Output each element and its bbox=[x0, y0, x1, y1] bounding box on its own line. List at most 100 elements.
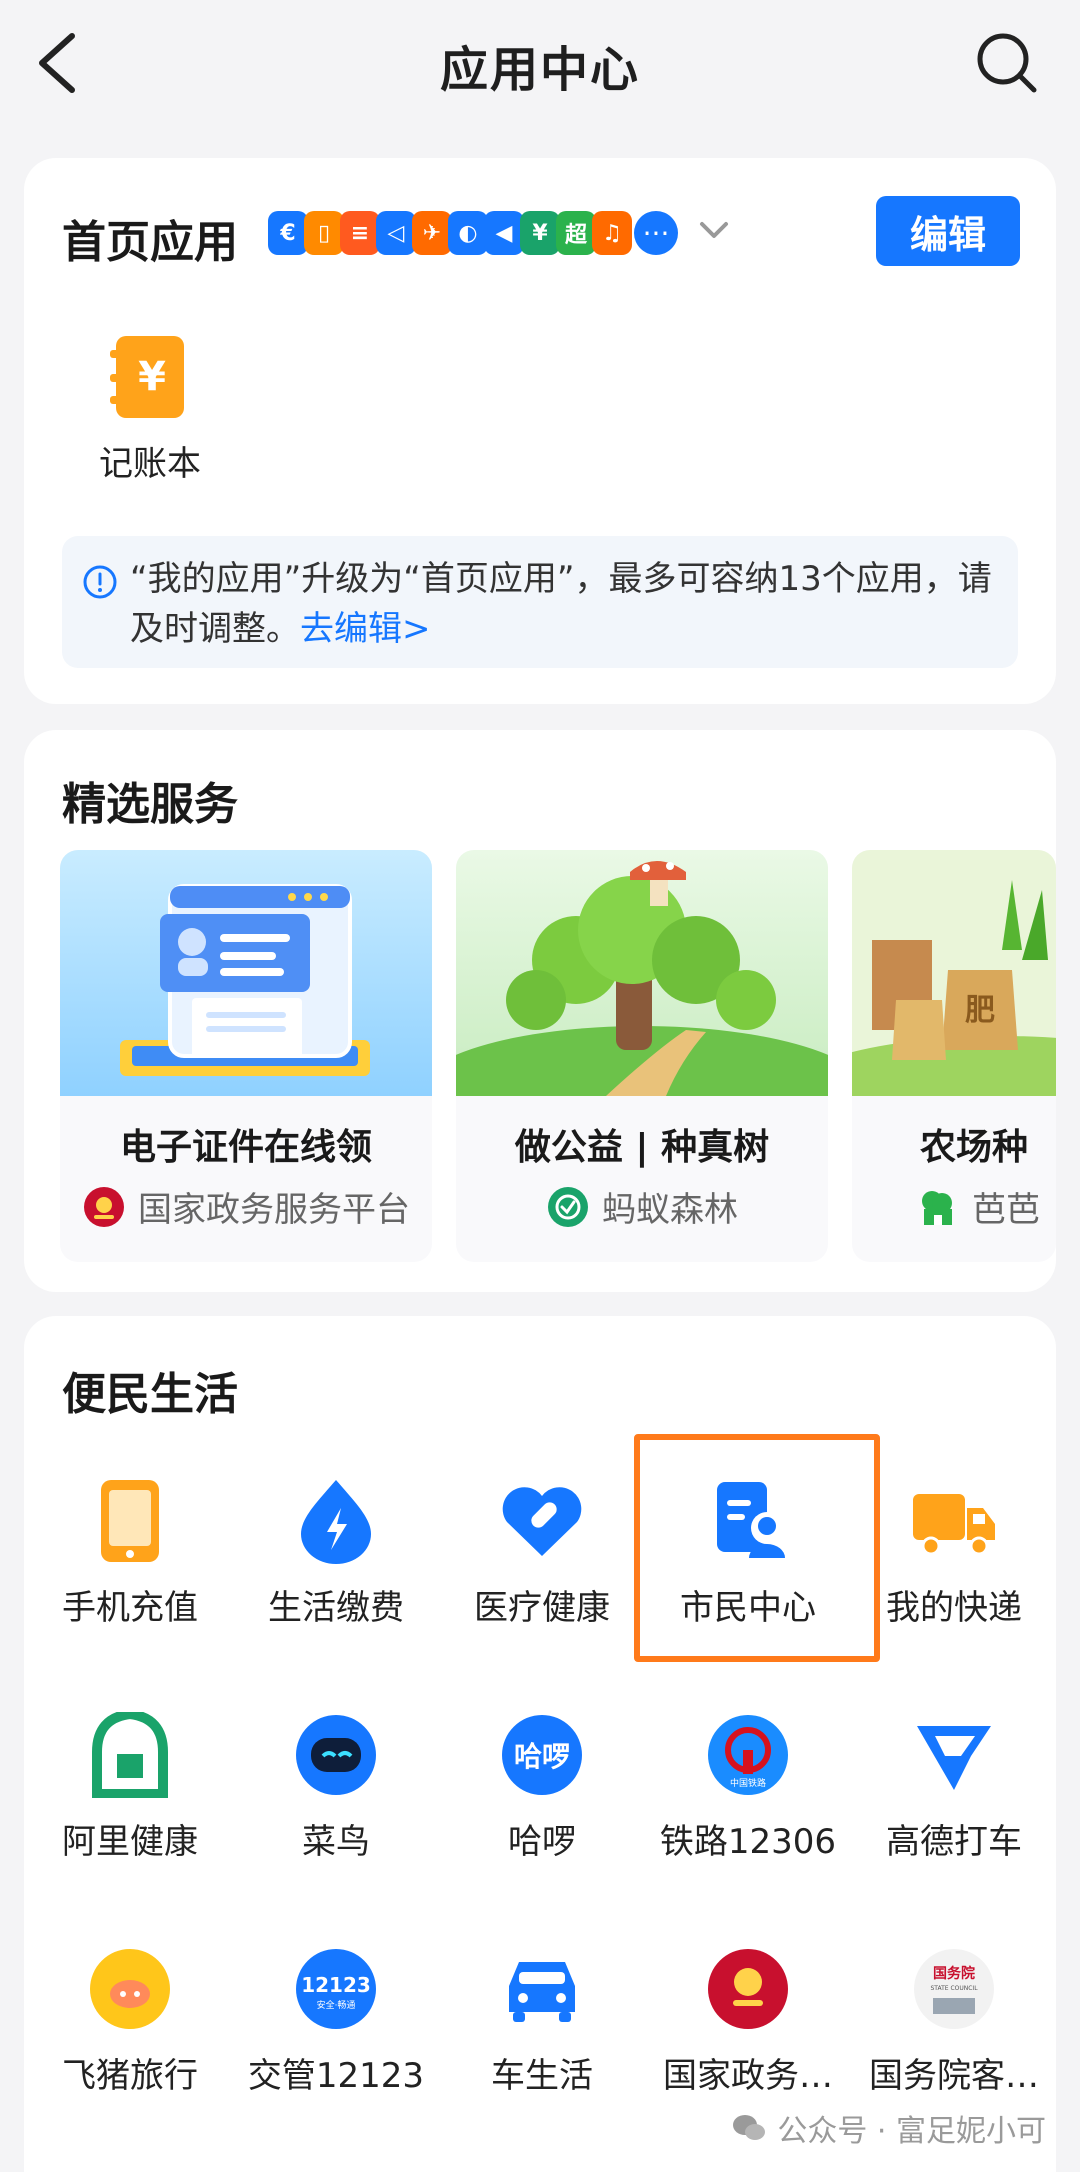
wechat-icon bbox=[733, 2115, 766, 2140]
svg-text:国务院: 国务院 bbox=[933, 1965, 975, 1982]
featured-title: 精选服务 bbox=[62, 779, 238, 830]
service-card-plant-tree[interactable]: 做公益 | 种真树 蚂蚁森林 bbox=[456, 850, 828, 1262]
app-tile-label: 我的快递 bbox=[886, 1588, 1022, 1628]
svg-text:安全·畅通: 安全·畅通 bbox=[317, 1999, 356, 2011]
fav-app-icon: ▯ bbox=[304, 211, 344, 255]
app-tile-ali-health[interactable]: 阿里健康 bbox=[40, 1712, 220, 1863]
life-title: 便民生活 bbox=[62, 1369, 238, 1420]
fav-app-icon: 超 bbox=[556, 211, 596, 255]
fav-app-icon: ✈ bbox=[412, 211, 452, 255]
info-icon bbox=[83, 565, 117, 599]
app-tile-my-express[interactable]: 我的快递 bbox=[864, 1478, 1044, 1629]
app-tile-label: 生活缴费 bbox=[268, 1588, 404, 1628]
service-provider-name: 蚂蚁森林 bbox=[602, 1190, 738, 1230]
app-tile-traffic-12123[interactable]: 12123 安全·畅通 交管12123 bbox=[246, 1946, 426, 2097]
service-provider: 芭芭 bbox=[916, 1182, 1056, 1231]
search-button[interactable] bbox=[974, 30, 1040, 96]
fav-app-icon: ≡ bbox=[340, 211, 380, 255]
fav-app-icon: ◀ bbox=[484, 211, 524, 255]
ledger-icon: ¥ bbox=[107, 334, 193, 420]
app-tile-amap-taxi[interactable]: 高德打车 bbox=[864, 1712, 1044, 1863]
service-card-e-certificate[interactable]: 电子证件在线领 国家政务服务平台 bbox=[60, 850, 432, 1262]
chevron-down-icon[interactable] bbox=[694, 210, 734, 250]
svg-text:哈啰: 哈啰 bbox=[514, 1740, 570, 1773]
app-tile-label: 车生活 bbox=[491, 2056, 593, 2096]
service-card-farm[interactable]: 肥 农场种 芭芭 bbox=[852, 850, 1056, 1262]
svg-text:12123: 12123 bbox=[301, 1973, 371, 1997]
app-tile-fliggy[interactable]: 飞猪旅行 bbox=[40, 1946, 220, 2097]
service-title: 农场种 bbox=[920, 1127, 1029, 1168]
notice-message: “我的应用”升级为“首页应用”，最多可容纳13个应用，请及时调整。 bbox=[130, 559, 992, 649]
service-title: 做公益 | 种真树 bbox=[514, 1127, 770, 1168]
edit-button[interactable]: 编辑 bbox=[876, 196, 1020, 266]
top-bar: 应用中心 bbox=[0, 0, 1080, 130]
app-tile-national-gov[interactable]: 国家政务… bbox=[658, 1946, 838, 2097]
amap-icon bbox=[911, 1712, 997, 1798]
fav-app-icon: ♫ bbox=[592, 211, 632, 255]
featured-services-card: 精选服务 电子证件在线领 国家政务服务平台 做公益 | 种真树 蚂蚁森林 肥 农… bbox=[24, 730, 1056, 1292]
traffic-icon: 12123 安全·畅通 bbox=[293, 1946, 379, 2032]
tree-illustration bbox=[456, 850, 828, 1096]
app-tile-label: 菜鸟 bbox=[302, 1822, 370, 1862]
app-tile-label: 铁路12306 bbox=[659, 1822, 837, 1862]
hello-icon: 哈啰 bbox=[499, 1712, 585, 1798]
statecouncil-icon: 国务院 STATE COUNCIL bbox=[911, 1946, 997, 2032]
highlight-frame bbox=[634, 1434, 880, 1662]
national-emblem-icon bbox=[84, 1186, 124, 1227]
app-tile-label: 医疗健康 bbox=[474, 1588, 610, 1628]
cainiao-icon bbox=[293, 1712, 379, 1798]
app-tile-utility-bills[interactable]: 生活缴费 bbox=[246, 1478, 426, 1629]
svg-text:肥: 肥 bbox=[965, 993, 995, 1028]
app-tile-ledger[interactable]: ¥ 记账本 bbox=[60, 334, 240, 485]
app-tile-label: 记账本 bbox=[99, 444, 201, 484]
svg-text:STATE COUNCIL: STATE COUNCIL bbox=[930, 1985, 978, 1992]
alihealth-icon bbox=[87, 1712, 173, 1798]
convenience-life-card: 便民生活 手机充值 生活缴费 医疗健康 市民中心 我的快递 阿里健康 菜鸟 哈啰… bbox=[24, 1316, 1056, 2172]
upgrade-notice: “我的应用”升级为“首页应用”，最多可容纳13个应用，请及时调整。去编辑> bbox=[62, 536, 1018, 668]
service-provider: 国家政务服务平台 bbox=[60, 1182, 432, 1231]
e-certificate-illustration bbox=[60, 850, 432, 1096]
notice-text: “我的应用”升级为“首页应用”，最多可容纳13个应用，请及时调整。去编辑> bbox=[130, 554, 994, 654]
gov-icon bbox=[705, 1946, 791, 2032]
service-provider: 蚂蚁森林 bbox=[456, 1182, 828, 1231]
home-apps-card: 首页应用 € ▯ ≡ ◁ ✈ ◐ ◀ ¥ 超 ♫ ··· 编辑 ¥ 记账本 “我… bbox=[24, 158, 1056, 704]
app-tile-car-life[interactable]: 车生活 bbox=[452, 1946, 632, 2097]
more-dots-icon: ··· bbox=[634, 211, 678, 255]
app-tile-label: 交管12123 bbox=[247, 2056, 425, 2096]
truck-icon bbox=[911, 1478, 997, 1564]
fav-app-icon: ¥ bbox=[520, 211, 560, 255]
app-tile-label: 哈啰 bbox=[508, 1822, 576, 1862]
app-tile-label: 国务院客… bbox=[869, 2056, 1039, 2096]
fliggy-icon bbox=[87, 1946, 173, 2032]
fav-app-icon: ◁ bbox=[376, 211, 416, 255]
watermark-text: 公众号 · 富足妮小可 bbox=[777, 2114, 1046, 2149]
phone-icon bbox=[87, 1478, 173, 1564]
service-provider-name: 国家政务服务平台 bbox=[138, 1190, 410, 1230]
service-provider-name: 芭芭 bbox=[972, 1190, 1040, 1230]
app-tile-state-council[interactable]: 国务院 STATE COUNCIL 国务院客… bbox=[864, 1946, 1044, 2097]
app-tile-cainiao[interactable]: 菜鸟 bbox=[246, 1712, 426, 1863]
go-edit-link[interactable]: 去编辑> bbox=[300, 609, 431, 649]
app-tile-medical[interactable]: 医疗健康 bbox=[452, 1478, 632, 1629]
svg-text:中国铁路: 中国铁路 bbox=[730, 1777, 766, 1789]
farm-illustration: 肥 bbox=[852, 850, 1056, 1096]
watermark: 公众号 · 富足妮小可 bbox=[731, 2106, 1046, 2150]
fav-app-icon: € bbox=[268, 211, 308, 255]
page-title: 应用中心 bbox=[439, 42, 640, 98]
heart-icon bbox=[499, 1478, 585, 1564]
railway-icon: 中国铁路 bbox=[705, 1712, 791, 1798]
app-tile-label: 国家政务… bbox=[663, 2056, 833, 2096]
app-tile-label: 阿里健康 bbox=[62, 1822, 198, 1862]
home-apps-icon-strip[interactable]: € ▯ ≡ ◁ ✈ ◐ ◀ ¥ 超 ♫ ··· bbox=[268, 208, 678, 258]
farm-house-icon bbox=[922, 1190, 952, 1225]
app-tile-hello[interactable]: 哈啰 哈啰 bbox=[452, 1712, 632, 1863]
fav-app-icon: ◐ bbox=[448, 211, 488, 255]
search-icon bbox=[977, 33, 1037, 93]
svg-text:¥: ¥ bbox=[138, 354, 166, 400]
car-icon bbox=[499, 1946, 585, 2032]
app-tile-railway-12306[interactable]: 中国铁路 铁路12306 bbox=[658, 1712, 838, 1863]
app-tile-label: 飞猪旅行 bbox=[62, 2056, 198, 2096]
app-tile-phone-recharge[interactable]: 手机充值 bbox=[40, 1478, 220, 1629]
app-tile-label: 手机充值 bbox=[62, 1588, 198, 1628]
ant-forest-icon bbox=[548, 1186, 588, 1227]
